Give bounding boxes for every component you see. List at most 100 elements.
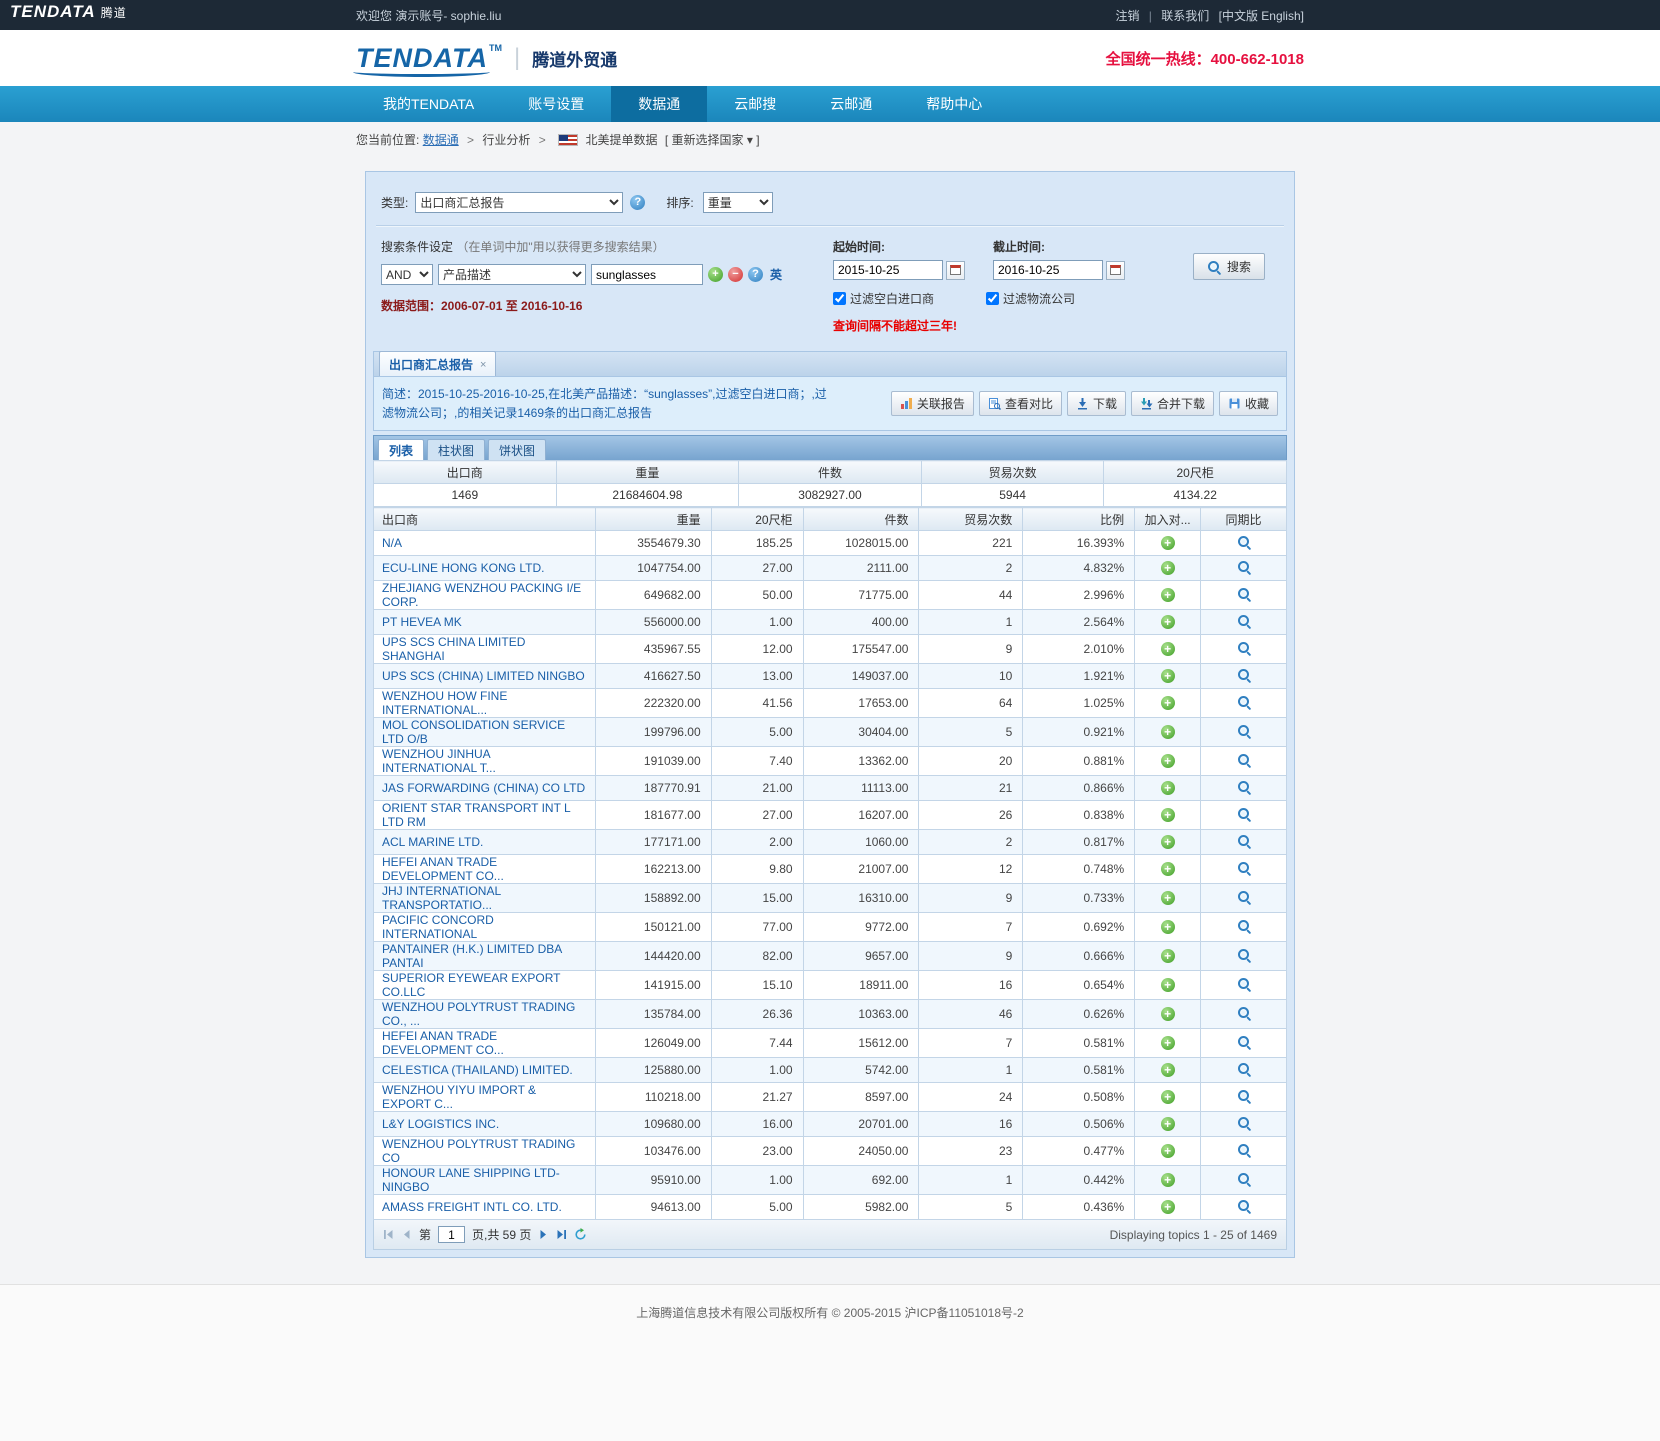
period-compare-search-icon[interactable] [1237, 1035, 1251, 1049]
add-to-compare-icon[interactable]: + [1161, 1063, 1175, 1077]
period-compare-search-icon[interactable] [1237, 807, 1251, 821]
period-compare-search-icon[interactable] [1237, 780, 1251, 794]
add-to-compare-icon[interactable]: + [1161, 536, 1175, 550]
exporter-name-link[interactable]: PANTAINER (H.K.) LIMITED DBA PANTAI [382, 942, 562, 970]
add-to-compare-icon[interactable]: + [1161, 862, 1175, 876]
end-date-input[interactable] [993, 260, 1103, 280]
period-compare-search-icon[interactable] [1237, 614, 1251, 628]
exporter-name-link[interactable]: AMASS FREIGHT INTL CO. LTD. [382, 1200, 562, 1214]
filter-blank-importer-checkbox[interactable] [833, 292, 846, 305]
exporter-name-link[interactable]: ZHEJIANG WENZHOU PACKING I/E CORP. [382, 581, 581, 609]
type-help-icon[interactable]: ? [630, 195, 645, 210]
report-tab[interactable]: 出口商汇总报告 × [379, 351, 496, 376]
exporter-name-link[interactable]: UPS SCS CHINA LIMITED SHANGHAI [382, 635, 525, 663]
period-compare-search-icon[interactable] [1237, 977, 1251, 991]
exporter-name-link[interactable]: JHJ INTERNATIONAL TRANSPORTATIO... [382, 884, 501, 912]
exporter-name-link[interactable]: N/A [382, 536, 402, 550]
report-type-select[interactable]: 出口商汇总报告 [415, 192, 623, 213]
nav-item-6[interactable]: 帮助中心 [899, 86, 1009, 122]
last-page-icon[interactable] [556, 1229, 567, 1240]
period-compare-search-icon[interactable] [1237, 919, 1251, 933]
period-compare-search-icon[interactable] [1237, 724, 1251, 738]
add-to-compare-icon[interactable]: + [1161, 949, 1175, 963]
boolean-operator-select[interactable]: AND [381, 264, 433, 285]
start-date-input[interactable] [833, 260, 943, 280]
nav-item-2[interactable]: 账号设置 [501, 86, 611, 122]
add-to-compare-icon[interactable]: + [1161, 754, 1175, 768]
page-number-input[interactable] [438, 1226, 465, 1243]
filter-blank-importer-label[interactable]: 过滤空白进口商 [833, 290, 934, 307]
add-to-compare-icon[interactable]: + [1161, 1173, 1175, 1187]
add-to-compare-icon[interactable]: + [1161, 1036, 1175, 1050]
merge-download-button[interactable]: 合并下载 [1131, 391, 1214, 416]
tab-list-view[interactable]: 列表 [378, 439, 424, 460]
view-compare-button[interactable]: 查看对比 [979, 391, 1062, 416]
download-button[interactable]: 下载 [1067, 391, 1126, 416]
add-to-compare-icon[interactable]: + [1161, 1200, 1175, 1214]
reselect-country-link[interactable]: [ 重新选择国家 ▾ ] [665, 133, 760, 147]
exporter-name-link[interactable]: WENZHOU YIYU IMPORT & EXPORT C... [382, 1083, 536, 1111]
period-compare-search-icon[interactable] [1237, 1143, 1251, 1157]
period-compare-search-icon[interactable] [1237, 587, 1251, 601]
tab-pie-chart-view[interactable]: 饼状图 [488, 439, 546, 460]
add-to-compare-icon[interactable]: + [1161, 920, 1175, 934]
previous-page-icon[interactable] [401, 1229, 412, 1240]
add-to-compare-icon[interactable]: + [1161, 669, 1175, 683]
nav-item-4[interactable]: 云邮搜 [707, 86, 803, 122]
period-compare-search-icon[interactable] [1237, 890, 1251, 904]
add-to-compare-icon[interactable]: + [1161, 561, 1175, 575]
add-to-compare-icon[interactable]: + [1161, 891, 1175, 905]
logout-link[interactable]: 注销 [1115, 9, 1139, 23]
add-condition-icon[interactable]: + [708, 267, 723, 282]
period-compare-search-icon[interactable] [1237, 834, 1251, 848]
period-compare-search-icon[interactable] [1237, 695, 1251, 709]
filter-logistics-checkbox[interactable] [986, 292, 999, 305]
add-to-compare-icon[interactable]: + [1161, 835, 1175, 849]
exporter-name-link[interactable]: WENZHOU POLYTRUST TRADING CO [382, 1137, 575, 1165]
breadcrumb-datatong-link[interactable]: 数据通 [423, 133, 459, 147]
add-to-compare-icon[interactable]: + [1161, 696, 1175, 710]
exporter-name-link[interactable]: WENZHOU JINHUA INTERNATIONAL T... [382, 747, 496, 775]
contact-us-link[interactable]: 联系我们 [1161, 9, 1209, 23]
first-page-icon[interactable] [383, 1229, 394, 1240]
refresh-icon[interactable] [574, 1228, 587, 1241]
period-compare-search-icon[interactable] [1237, 641, 1251, 655]
exporter-name-link[interactable]: ORIENT STAR TRANSPORT INT L LTD RM [382, 801, 570, 829]
period-compare-search-icon[interactable] [1237, 560, 1251, 574]
period-compare-search-icon[interactable] [1237, 668, 1251, 682]
language-switch-link[interactable]: [中文版 English] [1219, 9, 1304, 23]
tab-bar-chart-view[interactable]: 柱状图 [427, 439, 485, 460]
add-to-compare-icon[interactable]: + [1161, 781, 1175, 795]
exporter-name-link[interactable]: ACL MARINE LTD. [382, 835, 483, 849]
nav-item-5[interactable]: 云邮通 [803, 86, 899, 122]
nav-item-1[interactable]: 我的TENDATA [356, 86, 501, 122]
period-compare-search-icon[interactable] [1237, 1199, 1251, 1213]
add-to-compare-icon[interactable]: + [1161, 1090, 1175, 1104]
exporter-name-link[interactable]: CELESTICA (THAILAND) LIMITED. [382, 1063, 573, 1077]
exporter-name-link[interactable]: L&Y LOGISTICS INC. [382, 1117, 499, 1131]
add-to-compare-icon[interactable]: + [1161, 1144, 1175, 1158]
close-tab-icon[interactable]: × [480, 359, 486, 371]
condition-help-icon[interactable]: ? [748, 267, 763, 282]
nav-item-3[interactable]: 数据通 [611, 86, 707, 122]
period-compare-search-icon[interactable] [1237, 535, 1251, 549]
period-compare-search-icon[interactable] [1237, 1116, 1251, 1130]
related-report-button[interactable]: 关联报告 [891, 391, 974, 416]
exporter-name-link[interactable]: MOL CONSOLIDATION SERVICE LTD O/B [382, 718, 565, 746]
filter-logistics-label[interactable]: 过滤物流公司 [986, 290, 1075, 307]
period-compare-search-icon[interactable] [1237, 861, 1251, 875]
end-date-calendar-button[interactable] [1106, 261, 1125, 280]
period-compare-search-icon[interactable] [1237, 1172, 1251, 1186]
period-compare-search-icon[interactable] [1237, 1089, 1251, 1103]
add-to-compare-icon[interactable]: + [1161, 1007, 1175, 1021]
english-translate-link[interactable]: 英 [770, 266, 782, 283]
period-compare-search-icon[interactable] [1237, 1062, 1251, 1076]
exporter-name-link[interactable]: ECU-LINE HONG KONG LTD. [382, 561, 544, 575]
period-compare-search-icon[interactable] [1237, 1006, 1251, 1020]
exporter-name-link[interactable]: UPS SCS (CHINA) LIMITED NINGBO [382, 669, 585, 683]
sort-select[interactable]: 重量 [703, 192, 773, 213]
exporter-name-link[interactable]: PT HEVEA MK [382, 615, 462, 629]
add-to-compare-icon[interactable]: + [1161, 978, 1175, 992]
exporter-name-link[interactable]: HEFEI ANAN TRADE DEVELOPMENT CO... [382, 1029, 504, 1057]
add-to-compare-icon[interactable]: + [1161, 615, 1175, 629]
